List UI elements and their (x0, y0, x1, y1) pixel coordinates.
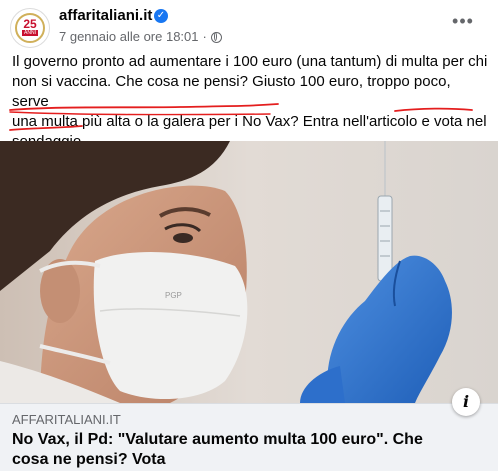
link-domain: AFFARITALIANI.IT (12, 412, 121, 427)
post-text-line: una multa più alta o la galera per i No … (12, 113, 487, 130)
page-avatar[interactable]: 25 ANNI (10, 8, 50, 48)
facebook-post: 25 ANNI affaritaliani.it ✓ 7 gennaio all… (0, 0, 498, 471)
post-meta: 7 gennaio alle ore 18:01 · (59, 29, 222, 45)
link-preview-image[interactable]: PGP (0, 141, 498, 403)
meta-separator: · (202, 29, 207, 44)
nurse-with-syringe-image: PGP (0, 141, 498, 403)
verified-badge-icon: ✓ (154, 9, 168, 23)
globe-icon[interactable] (210, 31, 222, 43)
post-text: Il governo pronto ad aumentare i 100 eur… (12, 52, 490, 152)
avatar-caption: ANNI (22, 30, 38, 36)
link-headline-line: No Vax, il Pd: "Valutare aumento multa 1… (12, 431, 423, 448)
post-timestamp[interactable]: 7 gennaio alle ore 18:01 (59, 29, 199, 45)
link-headline[interactable]: No Vax, il Pd: "Valutare aumento multa 1… (12, 430, 482, 470)
info-icon[interactable]: i (452, 388, 480, 416)
page-name-link[interactable]: affaritaliani.it (59, 7, 152, 25)
link-preview[interactable]: AFFARITALIANI.IT No Vax, il Pd: "Valutar… (0, 403, 498, 471)
more-options-icon[interactable]: ••• (451, 12, 475, 32)
avatar-number: 25 (23, 17, 37, 31)
svg-text:PGP: PGP (165, 291, 182, 300)
post-text-line: Il governo pronto ad aumentare i 100 eur… (12, 53, 488, 70)
link-headline-line: cosa ne pensi? Vota (12, 451, 166, 468)
post-text-line: non si vaccina. Che cosa ne pensi? Giust… (12, 73, 451, 110)
